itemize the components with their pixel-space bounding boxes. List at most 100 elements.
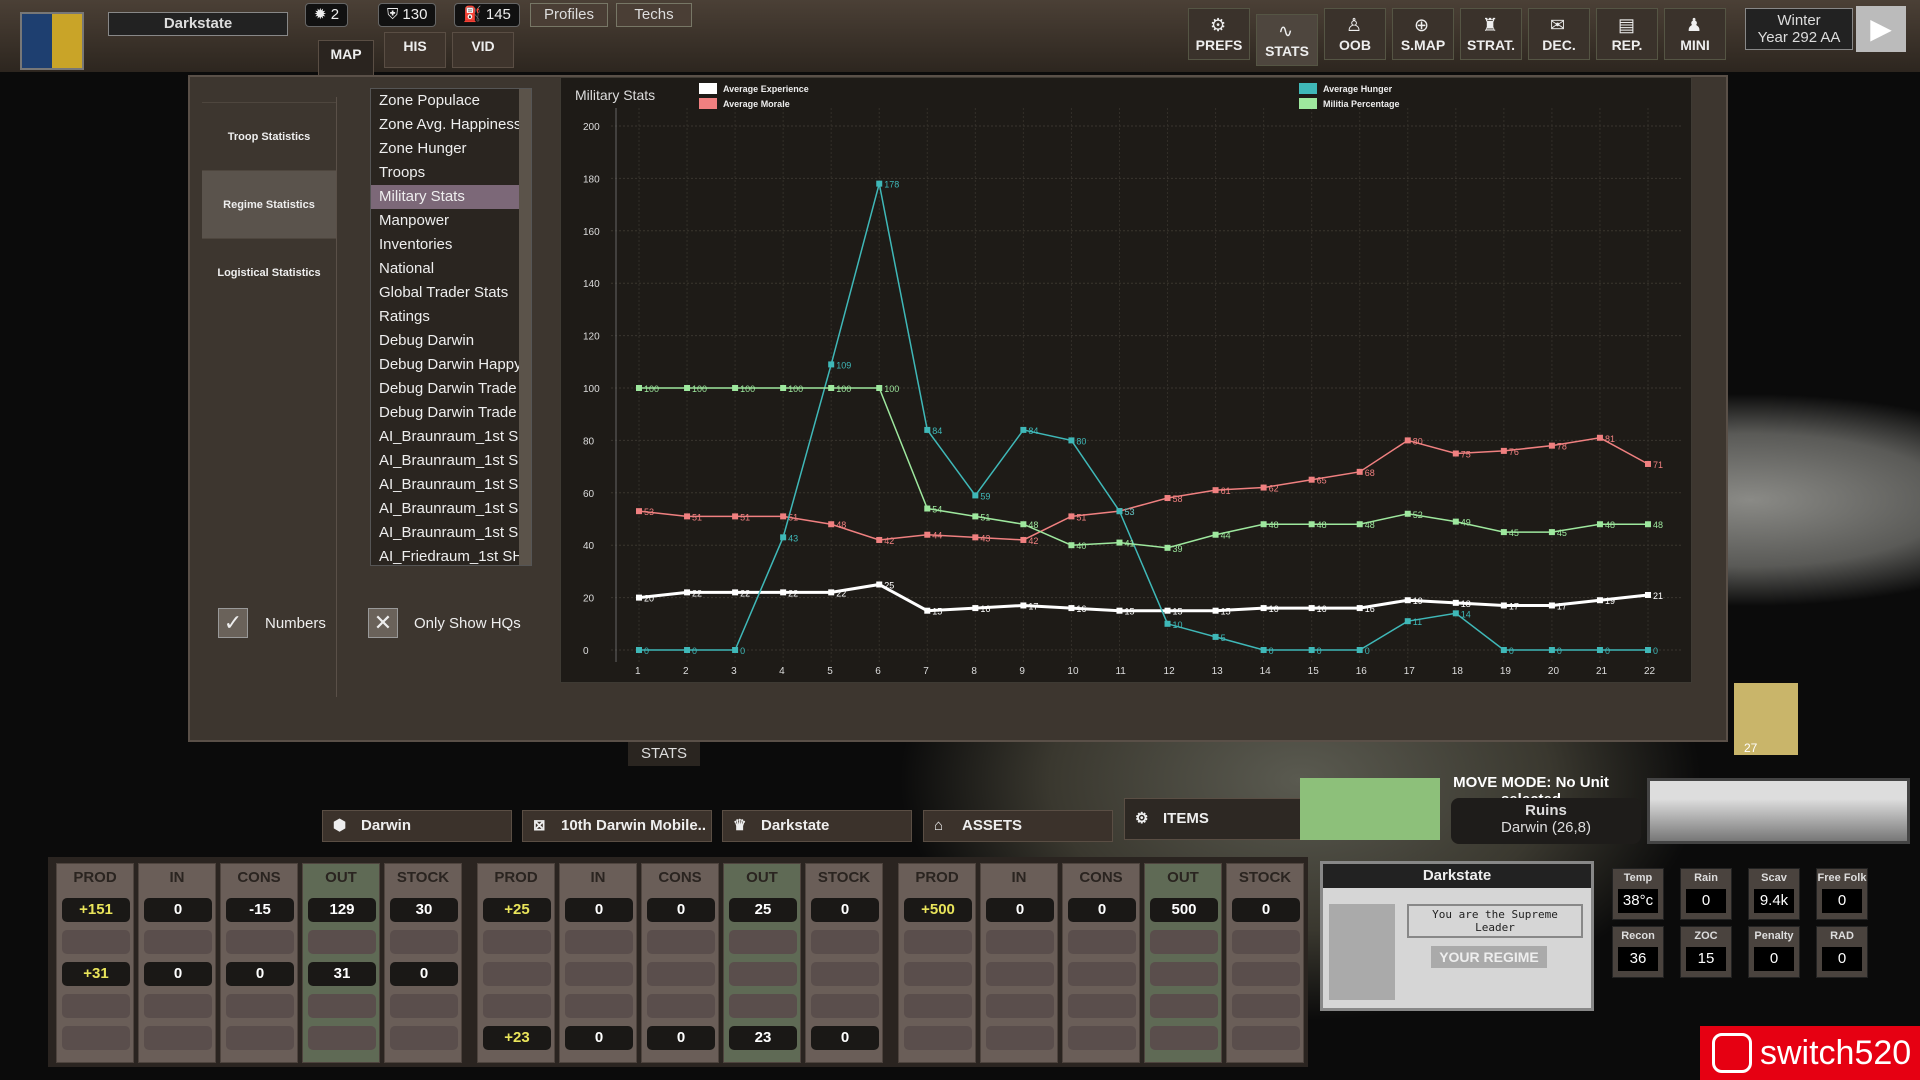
data-point[interactable] <box>972 534 979 541</box>
data-point[interactable] <box>828 589 835 596</box>
data-point[interactable] <box>972 605 979 612</box>
data-point[interactable] <box>684 513 691 520</box>
data-point[interactable] <box>684 589 691 596</box>
data-point[interactable] <box>1452 599 1459 606</box>
data-point[interactable] <box>1356 521 1363 528</box>
data-point[interactable] <box>780 513 787 520</box>
data-point[interactable] <box>1404 510 1411 517</box>
stats-list-item[interactable]: Ratings <box>371 305 531 329</box>
toolbar-oob-button[interactable]: ♙ OOB <box>1324 8 1386 60</box>
data-point[interactable] <box>1452 610 1459 617</box>
only-hq-checkbox[interactable]: ✕ <box>368 608 398 638</box>
data-point[interactable] <box>1260 605 1267 612</box>
data-point[interactable] <box>924 505 931 512</box>
tab-darkstate[interactable]: ♛ Darkstate <box>722 810 912 842</box>
data-point[interactable] <box>1645 591 1651 598</box>
stats-list-item[interactable]: Debug Darwin Happy <box>371 353 531 377</box>
numbers-checkbox[interactable]: ✓ <box>218 608 248 638</box>
data-point[interactable] <box>1452 450 1459 457</box>
data-point[interactable] <box>780 589 787 596</box>
category-regime[interactable]: Regime Statistics <box>202 170 336 238</box>
data-point[interactable] <box>1164 620 1171 627</box>
list-scrollbar[interactable] <box>519 89 531 565</box>
data-point[interactable] <box>1500 647 1507 653</box>
tab-items[interactable]: ⚙ ITEMS <box>1124 798 1316 840</box>
data-point[interactable] <box>1308 521 1315 528</box>
data-point[interactable] <box>828 361 835 368</box>
data-point[interactable] <box>1356 647 1363 653</box>
data-point[interactable] <box>1212 487 1219 494</box>
data-point[interactable] <box>924 531 931 538</box>
data-point[interactable] <box>1308 476 1315 483</box>
stats-list-item[interactable]: Debug Darwin Trade Pr <box>371 401 531 425</box>
nav-map[interactable]: MAP <box>318 40 374 76</box>
toolbar-rep-button[interactable]: ▤ REP. <box>1596 8 1658 60</box>
data-point[interactable] <box>828 521 835 528</box>
data-point[interactable] <box>1500 529 1507 536</box>
techs-button[interactable]: Techs <box>616 3 692 27</box>
toolbar-stats-button[interactable]: ∿ STATS <box>1256 14 1318 66</box>
stats-list-item[interactable]: AI_Braunraum_1st SHQ <box>371 425 531 449</box>
data-point[interactable] <box>876 385 883 391</box>
data-point[interactable] <box>1645 647 1651 653</box>
stats-list-item[interactable]: Debug Darwin Trade <box>371 377 531 401</box>
data-point[interactable] <box>1356 605 1363 612</box>
data-point[interactable] <box>1452 518 1459 525</box>
data-point[interactable] <box>876 536 883 543</box>
stats-list-item[interactable]: AI_Braunraum_1st SHQ <box>371 449 531 473</box>
toolbar-strat-button[interactable]: ♜ STRAT. <box>1460 8 1522 60</box>
tab-darwin[interactable]: ⬢ Darwin <box>322 810 512 842</box>
data-point[interactable] <box>1404 437 1411 444</box>
data-point[interactable] <box>1116 607 1123 614</box>
stats-list-item[interactable]: Manpower <box>371 209 531 233</box>
tab-10th-darwin-mobile-[interactable]: ⊠ 10th Darwin Mobile.. <box>522 810 712 842</box>
data-point[interactable] <box>924 426 931 433</box>
data-point[interactable] <box>636 508 642 515</box>
data-point[interactable] <box>732 589 739 596</box>
data-point[interactable] <box>1068 513 1075 520</box>
data-point[interactable] <box>1068 605 1075 612</box>
stats-list-item[interactable]: National <box>371 257 531 281</box>
data-point[interactable] <box>1116 508 1123 515</box>
data-point[interactable] <box>1596 521 1603 528</box>
data-point[interactable] <box>972 513 979 520</box>
data-point[interactable] <box>684 647 691 653</box>
end-turn-button[interactable]: ▶ <box>1856 6 1906 52</box>
category-troop[interactable]: Troop Statistics <box>202 102 336 170</box>
data-point[interactable] <box>1164 607 1171 614</box>
toolbar-mini-button[interactable]: ♟ MINI <box>1664 8 1726 60</box>
nav-his[interactable]: HIS <box>384 32 446 68</box>
unit-counter[interactable]: 27 <box>1734 683 1798 755</box>
data-point[interactable] <box>1164 495 1171 502</box>
toolbar-smap-button[interactable]: ⊕ S.MAP <box>1392 8 1454 60</box>
nav-vid[interactable]: VID <box>452 32 514 68</box>
data-point[interactable] <box>732 647 739 653</box>
data-point[interactable] <box>972 492 979 499</box>
stats-list-item[interactable]: Global Trader Stats <box>371 281 531 305</box>
data-point[interactable] <box>1596 597 1603 604</box>
data-point[interactable] <box>1548 602 1555 609</box>
data-point[interactable] <box>1020 536 1027 543</box>
stats-list-item[interactable]: Inventories <box>371 233 531 257</box>
data-point[interactable] <box>828 385 835 391</box>
stats-list-item[interactable]: Troops <box>371 161 531 185</box>
data-point[interactable] <box>1548 442 1555 449</box>
stats-list-item[interactable]: AI_Braunraum_1st SHQ <box>371 521 531 545</box>
data-point[interactable] <box>1404 618 1411 625</box>
regime-name[interactable]: Darkstate <box>108 12 288 36</box>
data-point[interactable] <box>1645 521 1651 528</box>
data-point[interactable] <box>1645 460 1651 467</box>
data-point[interactable] <box>1212 531 1219 538</box>
data-point[interactable] <box>1068 437 1075 444</box>
data-point[interactable] <box>1260 521 1267 528</box>
stats-list-item[interactable]: AI_Friedraum_1st SHQ <box>371 545 531 565</box>
data-point[interactable] <box>732 385 739 391</box>
data-point[interactable] <box>1260 484 1267 491</box>
data-point[interactable] <box>1020 426 1027 433</box>
data-point[interactable] <box>1548 647 1555 653</box>
data-point[interactable] <box>780 385 787 391</box>
data-point[interactable] <box>876 581 883 588</box>
data-point[interactable] <box>636 385 642 391</box>
data-point[interactable] <box>924 607 931 614</box>
data-point[interactable] <box>1212 633 1219 640</box>
